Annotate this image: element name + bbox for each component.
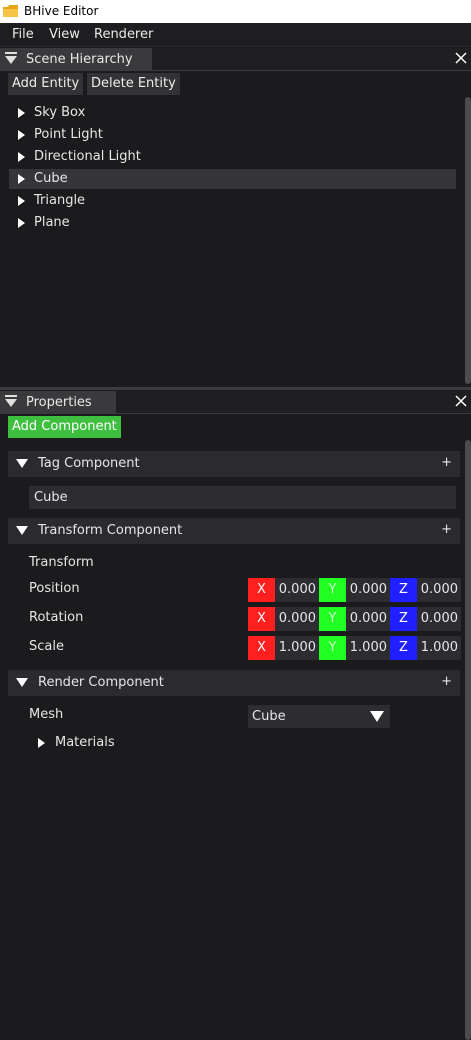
collapse-triangle-icon[interactable] <box>16 459 28 468</box>
expand-arrow-icon[interactable] <box>18 196 25 206</box>
hierarchy-scrollbar[interactable] <box>465 97 471 384</box>
position-x-field[interactable]: 0.000 <box>275 578 319 602</box>
collapse-triangle-icon[interactable] <box>16 678 28 687</box>
add-component-button[interactable]: Add Component <box>8 416 121 438</box>
tag-component-header[interactable]: Tag Component + <box>8 451 460 477</box>
close-icon[interactable] <box>453 393 469 409</box>
scale-z-button[interactable]: Z <box>390 636 417 660</box>
tag-input-value: Cube <box>34 490 68 505</box>
expand-arrow-icon[interactable] <box>18 174 25 184</box>
panel-divider[interactable] <box>0 387 471 390</box>
menu-view[interactable]: View <box>49 27 80 42</box>
render-component-add-button[interactable]: + <box>441 674 452 689</box>
rotation-label: Rotation <box>29 610 84 625</box>
tree-item-label: Plane <box>34 215 70 230</box>
properties-scrollbar[interactable] <box>465 440 471 1040</box>
tag-component-add-button[interactable]: + <box>441 455 452 470</box>
tree-item-label: Triangle <box>34 193 86 208</box>
position-z-field[interactable]: 0.000 <box>417 578 461 602</box>
transform-section-label: Transform <box>29 555 94 570</box>
window-titlebar: BHive Editor <box>0 0 471 23</box>
scene-hierarchy-tab[interactable]: Scene Hierarchy <box>0 48 152 71</box>
expand-arrow-icon[interactable] <box>18 108 25 118</box>
rotation-x-button[interactable]: X <box>248 607 275 631</box>
tree-item-cube[interactable]: Cube <box>9 169 456 189</box>
transform-component-add-button[interactable]: + <box>441 522 452 537</box>
properties-header: Properties <box>0 391 471 414</box>
position-z-button[interactable]: Z <box>390 578 417 602</box>
expand-arrow-icon[interactable] <box>18 152 25 162</box>
scene-hierarchy-title: Scene Hierarchy <box>26 52 133 67</box>
collapse-bar-icon <box>5 52 17 54</box>
render-component-title: Render Component <box>38 675 164 690</box>
collapse-bar-icon <box>5 395 17 397</box>
position-x-button[interactable]: X <box>248 578 275 602</box>
rotation-z-field[interactable]: 0.000 <box>417 607 461 631</box>
delete-entity-button[interactable]: Delete Entity <box>87 73 180 95</box>
collapse-triangle-icon[interactable] <box>16 526 28 535</box>
expand-arrow-icon[interactable] <box>38 738 45 748</box>
window-title: BHive Editor <box>24 4 99 18</box>
folder-app-icon <box>3 5 18 17</box>
rotation-y-field[interactable]: 0.000 <box>346 607 390 631</box>
tree-item-label: Sky Box <box>34 105 86 120</box>
position-y-button[interactable]: Y <box>319 578 346 602</box>
expand-arrow-icon[interactable] <box>18 218 25 228</box>
materials-tree-node[interactable]: Materials <box>29 733 229 753</box>
scale-label: Scale <box>29 639 64 654</box>
menu-renderer[interactable]: Renderer <box>94 27 153 42</box>
menu-bar: File View Renderer <box>0 23 471 47</box>
tree-item-point-light[interactable]: Point Light <box>9 125 456 145</box>
materials-label: Materials <box>55 735 115 750</box>
tag-component-title: Tag Component <box>38 456 140 471</box>
position-label: Position <box>29 581 80 596</box>
mesh-dropdown-value: Cube <box>252 709 286 724</box>
transform-component-title: Transform Component <box>38 523 183 538</box>
close-icon[interactable] <box>453 50 469 66</box>
collapse-triangle-icon[interactable] <box>5 399 17 407</box>
expand-arrow-icon[interactable] <box>18 130 25 140</box>
scale-y-button[interactable]: Y <box>319 636 346 660</box>
transform-component-header[interactable]: Transform Component + <box>8 518 460 544</box>
collapse-triangle-icon[interactable] <box>5 56 17 64</box>
scene-hierarchy-header: Scene Hierarchy <box>0 48 471 71</box>
rotation-x-field[interactable]: 0.000 <box>275 607 319 631</box>
tree-item-triangle[interactable]: Triangle <box>9 191 456 211</box>
properties-tab[interactable]: Properties <box>0 391 116 414</box>
chevron-down-icon[interactable] <box>370 711 384 722</box>
properties-title: Properties <box>26 395 92 410</box>
mesh-dropdown[interactable]: Cube <box>248 705 390 728</box>
mesh-label: Mesh <box>29 707 64 722</box>
rotation-y-button[interactable]: Y <box>319 607 346 631</box>
scale-y-field[interactable]: 1.000 <box>346 636 390 660</box>
tree-item-label: Directional Light <box>34 149 141 164</box>
add-entity-button[interactable]: Add Entity <box>8 73 84 95</box>
tree-item-plane[interactable]: Plane <box>9 213 456 233</box>
tree-item-sky-box[interactable]: Sky Box <box>9 103 456 123</box>
tree-item-directional-light[interactable]: Directional Light <box>9 147 456 167</box>
rotation-z-button[interactable]: Z <box>390 607 417 631</box>
scale-z-field[interactable]: 1.000 <box>417 636 461 660</box>
scale-x-field[interactable]: 1.000 <box>275 636 319 660</box>
tree-item-label: Cube <box>34 171 68 186</box>
tag-input[interactable]: Cube <box>29 486 456 509</box>
position-y-field[interactable]: 0.000 <box>346 578 390 602</box>
render-component-header[interactable]: Render Component + <box>8 670 460 696</box>
menu-file[interactable]: File <box>12 27 34 42</box>
scale-x-button[interactable]: X <box>248 636 275 660</box>
tree-item-label: Point Light <box>34 127 103 142</box>
